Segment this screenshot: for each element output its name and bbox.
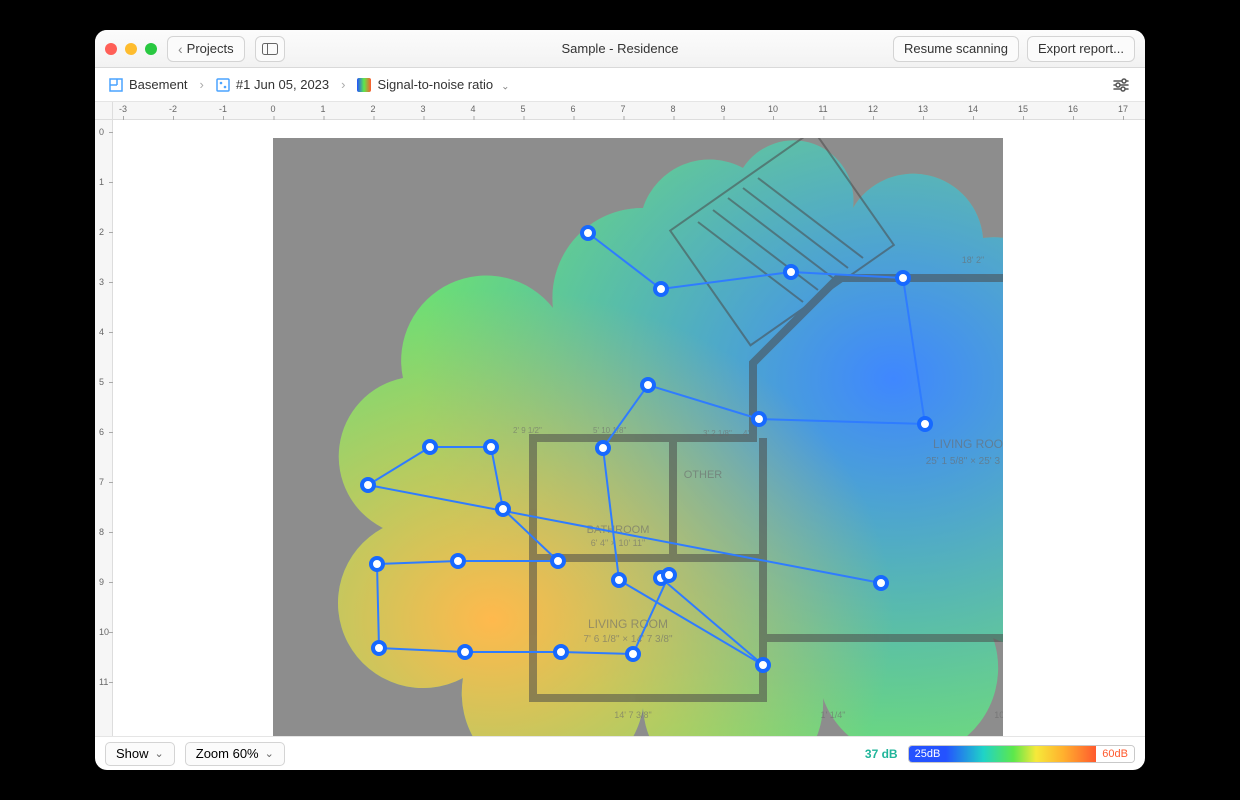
- survey-point[interactable]: [424, 441, 436, 453]
- survey-point[interactable]: [655, 283, 667, 295]
- survey-point[interactable]: [919, 418, 931, 430]
- survey-point[interactable]: [663, 569, 675, 581]
- crumb-survey-label: #1 Jun 05, 2023: [236, 77, 329, 92]
- breadcrumb: Basement › #1 Jun 05, 2023 › Signal-to-n…: [95, 68, 1145, 102]
- survey-point[interactable]: [613, 574, 625, 586]
- window-controls: [105, 43, 157, 55]
- zoom-icon[interactable]: [145, 43, 157, 55]
- crumb-metric[interactable]: Signal-to-noise ratio: [353, 75, 513, 94]
- survey-point[interactable]: [459, 646, 471, 658]
- survey-point[interactable]: [897, 272, 909, 284]
- survey-point[interactable]: [452, 555, 464, 567]
- show-menu[interactable]: Show: [105, 742, 175, 766]
- canvas-stage: -3-2-101234567891011121314151617 0123456…: [95, 102, 1145, 736]
- floorplan-icon: [109, 78, 123, 92]
- dim-label: 2' 9 1/2": [513, 426, 542, 435]
- zoom-menu[interactable]: Zoom 60%: [185, 742, 285, 766]
- dim-label: 4': [743, 429, 749, 438]
- ruler-vertical: 01234567891011: [95, 120, 113, 736]
- app-window: ‹ Projects Sample - Residence Resume sca…: [95, 30, 1145, 770]
- survey-point[interactable]: [757, 659, 769, 671]
- close-icon[interactable]: [105, 43, 117, 55]
- survey-point[interactable]: [552, 555, 564, 567]
- survey-point[interactable]: [753, 413, 765, 425]
- resume-scanning-button[interactable]: Resume scanning: [893, 36, 1019, 62]
- survey-point[interactable]: [555, 646, 567, 658]
- crumb-floor-label: Basement: [129, 77, 188, 92]
- show-menu-label: Show: [116, 746, 149, 761]
- zoom-menu-label: Zoom 60%: [196, 746, 259, 761]
- resume-button-label: Resume scanning: [904, 41, 1008, 56]
- chevron-right-icon: ›: [341, 77, 345, 92]
- export-button-label: Export report...: [1038, 41, 1124, 56]
- survey-icon: [216, 78, 230, 92]
- titlebar: ‹ Projects Sample - Residence Resume sca…: [95, 30, 1145, 68]
- survey-point[interactable]: [485, 441, 497, 453]
- room-dims: 25' 1 5/8" × 25' 3 7/8": [926, 456, 1003, 467]
- survey-point[interactable]: [373, 642, 385, 654]
- chevron-left-icon: ‹: [178, 41, 183, 57]
- survey-point[interactable]: [371, 558, 383, 570]
- floorplan-image: LIVING ROOM 25' 1 5/8" × 25' 3 7/8" LIVI…: [273, 138, 1003, 736]
- back-button[interactable]: ‹ Projects: [167, 36, 245, 62]
- crumb-floor[interactable]: Basement: [105, 75, 192, 94]
- survey-point[interactable]: [362, 479, 374, 491]
- dim-label: 3' 2 1/8": [703, 429, 732, 438]
- dim-label: 10' 4 3/4": [994, 710, 1003, 720]
- dim-label: 5' 10 1/8": [593, 426, 626, 435]
- footer: Show Zoom 60% 37 dB 25dB 60dB: [95, 736, 1145, 770]
- ruler-horizontal: -3-2-101234567891011121314151617: [113, 102, 1145, 120]
- sliders-icon: [1112, 78, 1130, 92]
- survey-point[interactable]: [597, 442, 609, 454]
- room-dims: 7' 6 1/8" × 14' 7 3/8": [583, 634, 672, 645]
- room-label: LIVING ROOM: [933, 437, 1003, 451]
- back-button-label: Projects: [187, 41, 234, 56]
- canvas[interactable]: LIVING ROOM 25' 1 5/8" × 25' 3 7/8" LIVI…: [113, 120, 1145, 736]
- survey-point[interactable]: [785, 266, 797, 278]
- scale-min: 25dB: [909, 746, 947, 762]
- survey-point[interactable]: [642, 379, 654, 391]
- heatmap-scale: 25dB 60dB: [908, 745, 1135, 763]
- survey-point[interactable]: [627, 648, 639, 660]
- chevron-right-icon: ›: [200, 77, 204, 92]
- visualization-settings-button[interactable]: [1107, 73, 1135, 97]
- survey-point[interactable]: [582, 227, 594, 239]
- ruler-corner: [95, 102, 113, 120]
- survey-point[interactable]: [875, 577, 887, 589]
- minimize-icon[interactable]: [125, 43, 137, 55]
- export-report-button[interactable]: Export report...: [1027, 36, 1135, 62]
- room-dims: 6' 4" × 10' 11": [591, 538, 645, 548]
- dim-label: 1' 1/4": [821, 710, 846, 720]
- dim-label: 18' 2": [962, 255, 984, 265]
- sidebar-toggle-button[interactable]: [255, 36, 285, 62]
- survey-point[interactable]: [497, 503, 509, 515]
- heatmap-icon: [357, 78, 371, 92]
- sidebar-icon: [262, 43, 278, 55]
- crumb-survey[interactable]: #1 Jun 05, 2023: [212, 75, 333, 94]
- cursor-readout: 37 dB: [865, 747, 898, 761]
- room-label: LIVING ROOM: [588, 617, 668, 631]
- crumb-metric-label: Signal-to-noise ratio: [377, 77, 493, 92]
- dim-label: 14' 7 3/8": [614, 710, 651, 720]
- room-label: BATHROOM: [587, 524, 650, 536]
- scale-max: 60dB: [1096, 746, 1134, 762]
- scale-gradient: [946, 746, 1096, 762]
- room-label: OTHER: [684, 469, 723, 481]
